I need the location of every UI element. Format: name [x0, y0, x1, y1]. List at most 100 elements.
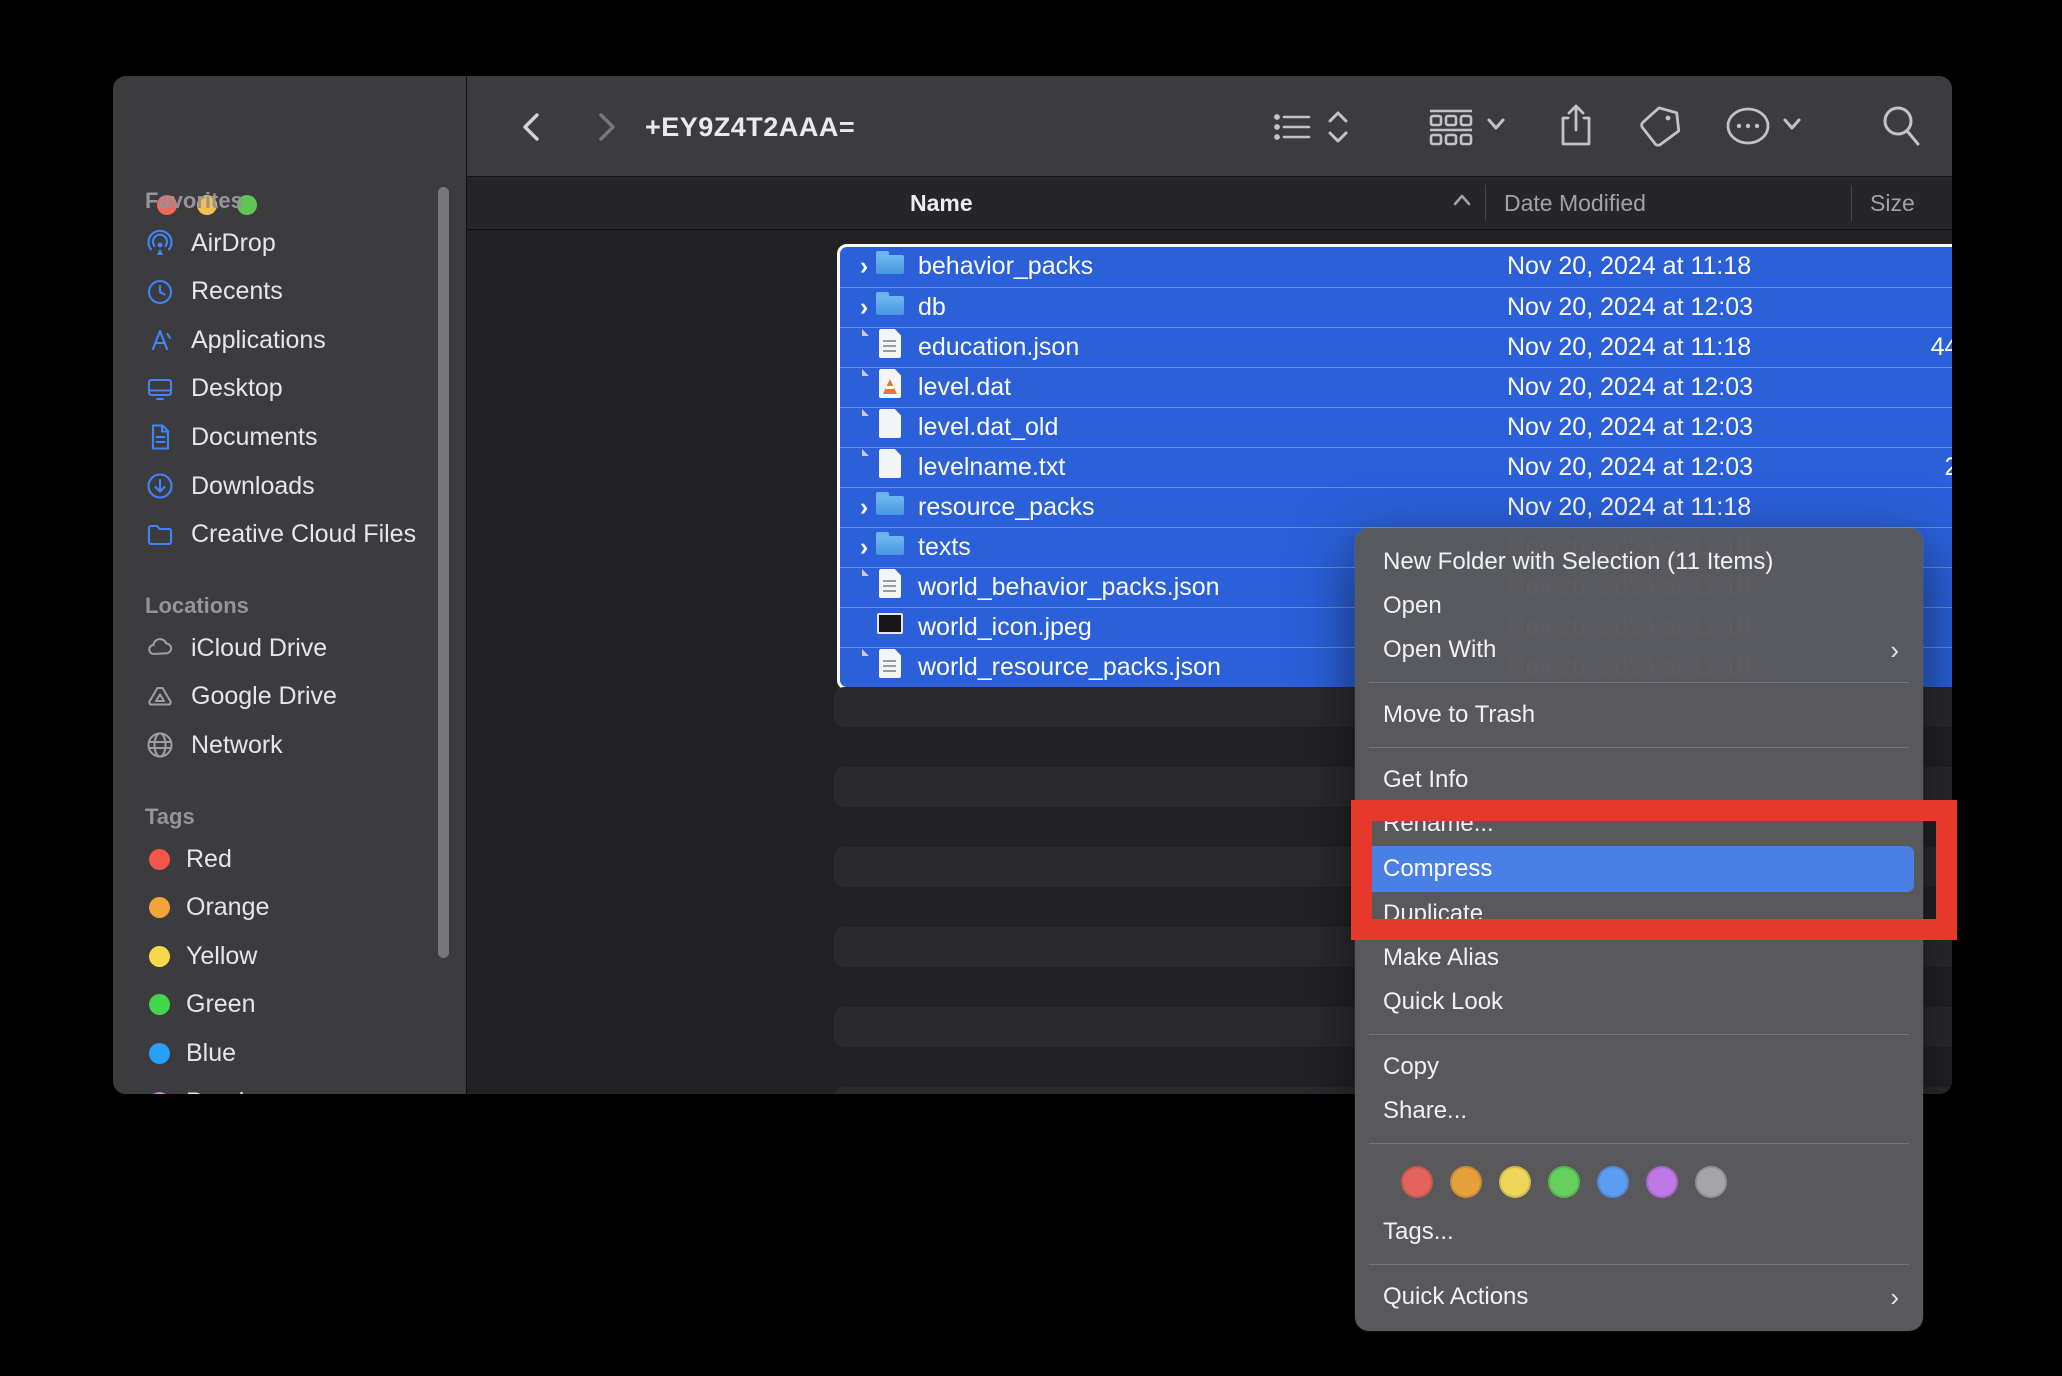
- file-size: --: [1840, 288, 1952, 327]
- sidebar-item-green[interactable]: Green: [133, 981, 443, 1029]
- menu-tag-color-dot[interactable]: [1695, 1166, 1727, 1198]
- folder-icon: [874, 488, 906, 520]
- menu-tag-color-dot[interactable]: [1401, 1166, 1433, 1198]
- disclosure-chevron-icon[interactable]: ›: [853, 288, 875, 327]
- tag-color-dot: [149, 1043, 170, 1064]
- sidebar-item-google-drive[interactable]: Google Drive: [133, 673, 443, 721]
- sidebar-item-label: Orange: [186, 893, 269, 922]
- column-divider[interactable]: [1485, 185, 1486, 221]
- table-row[interactable]: › db Nov 20, 2024 at 12:03 -- Folder: [840, 287, 1952, 327]
- file-date: Nov 20, 2024 at 12:03: [1507, 288, 1753, 327]
- sidebar-item-label: iCloud Drive: [191, 634, 327, 663]
- menu-separator: [1369, 1264, 1909, 1265]
- sidebar-item-desktop[interactable]: Desktop: [133, 365, 443, 413]
- sidebar-item-label: Network: [191, 731, 283, 760]
- group-chevron-icon[interactable]: [1485, 116, 1507, 132]
- forward-icon[interactable]: [587, 109, 623, 145]
- sidebar-item-airdrop[interactable]: AirDrop: [133, 219, 443, 267]
- sidebar-item-label: Creative Cloud Files: [191, 520, 416, 549]
- file-size: 4 KB: [1840, 368, 1952, 407]
- sidebar-item-downloads[interactable]: Downloads: [133, 462, 443, 510]
- sidebar-item-label: Applications: [191, 326, 326, 355]
- file-name: texts: [918, 528, 971, 567]
- recents-icon: [145, 277, 175, 307]
- sidebar-item-red[interactable]: Red: [133, 835, 443, 883]
- tag-color-dot: [149, 994, 170, 1015]
- sidebar-section-label: Locations: [145, 593, 249, 619]
- search-icon[interactable]: [1879, 103, 1923, 149]
- folder-icon: [874, 528, 906, 560]
- sidebar-item-label: Google Drive: [191, 682, 337, 711]
- dat-file-icon: [874, 368, 906, 400]
- sidebar-item-recents[interactable]: Recents: [133, 268, 443, 316]
- menu-item-move-to-trash[interactable]: Move to Trash: [1355, 693, 1923, 737]
- tag-icon[interactable]: [1639, 104, 1683, 148]
- tag-color-dot: [149, 946, 170, 967]
- file-date: Nov 20, 2024 at 12:03: [1507, 368, 1753, 407]
- column-header-date[interactable]: Date Modified: [1504, 177, 1646, 229]
- more-chevron-icon[interactable]: [1781, 116, 1803, 132]
- table-row[interactable]: level.dat_old Nov 20, 2024 at 12:03 4 KB…: [840, 407, 1952, 447]
- file-size: 447 bytes: [1840, 328, 1952, 367]
- table-row[interactable]: levelname.txt Nov 20, 2024 at 12:03 27 b…: [840, 447, 1952, 487]
- desktop-icon: [145, 374, 175, 404]
- menu-tag-color-dot[interactable]: [1450, 1166, 1482, 1198]
- menu-item-quick-actions[interactable]: Quick Actions›: [1355, 1275, 1923, 1319]
- downloads-icon: [145, 471, 175, 501]
- submenu-chevron-icon: ›: [1890, 1275, 1899, 1319]
- menu-tag-color-dot[interactable]: [1646, 1166, 1678, 1198]
- menu-tag-color-dot[interactable]: [1499, 1166, 1531, 1198]
- column-header-name[interactable]: Name: [910, 177, 973, 229]
- sidebar-item-creative-cloud-files[interactable]: Creative Cloud Files: [133, 511, 443, 559]
- menu-item-copy[interactable]: Copy: [1355, 1045, 1923, 1089]
- menu-item-get-info[interactable]: Get Info: [1355, 758, 1923, 802]
- menu-item-open-with[interactable]: Open With›: [1355, 628, 1923, 672]
- sidebar-item-documents[interactable]: Documents: [133, 413, 443, 461]
- folder-icon: [874, 288, 906, 320]
- share-icon[interactable]: [1557, 102, 1595, 150]
- sort-ascending-icon[interactable]: [1452, 193, 1472, 212]
- menu-item-new-folder-with-selection-11-items[interactable]: New Folder with Selection (11 Items): [1355, 540, 1923, 584]
- table-row[interactable]: › behavior_packs Nov 20, 2024 at 11:18 -…: [840, 247, 1952, 287]
- toolbar: +EY9Z4T2AAA=: [467, 76, 1952, 177]
- list-view-icon[interactable]: [1273, 108, 1313, 146]
- more-actions-icon[interactable]: [1725, 106, 1771, 146]
- document-icon: [874, 448, 906, 480]
- sidebar-item-network[interactable]: Network: [133, 721, 443, 769]
- menu-item-make-alias[interactable]: Make Alias: [1355, 936, 1923, 980]
- menu-item-open[interactable]: Open: [1355, 584, 1923, 628]
- file-size: --: [1840, 488, 1952, 527]
- sidebar: Favorites AirDrop Recents Applications D…: [113, 76, 467, 1094]
- table-row[interactable]: › resource_packs Nov 20, 2024 at 11:18 -…: [840, 487, 1952, 527]
- column-header-size[interactable]: Size: [1870, 177, 1915, 229]
- sidebar-item-yellow[interactable]: Yellow: [133, 932, 443, 980]
- back-icon[interactable]: [515, 109, 551, 145]
- table-row[interactable]: level.dat Nov 20, 2024 at 12:03 4 KB DAT…: [840, 367, 1952, 407]
- file-name: world_icon.jpeg: [918, 608, 1092, 647]
- menu-tag-color-dot[interactable]: [1548, 1166, 1580, 1198]
- menu-item-quick-look[interactable]: Quick Look: [1355, 980, 1923, 1024]
- menu-tag-color-dot[interactable]: [1597, 1166, 1629, 1198]
- tag-color-dot: [149, 897, 170, 918]
- sidebar-scrollbar[interactable]: [438, 187, 449, 958]
- sidebar-section-label: Favorites: [145, 188, 243, 214]
- sidebar-item-purple[interactable]: Purple: [133, 1078, 443, 1094]
- view-chevrons-icon[interactable]: [1325, 108, 1351, 146]
- menu-item-share[interactable]: Share...: [1355, 1089, 1923, 1133]
- disclosure-chevron-icon[interactable]: ›: [853, 488, 875, 527]
- group-by-icon[interactable]: [1429, 108, 1473, 148]
- sidebar-item-label: Downloads: [191, 472, 315, 501]
- sidebar-item-icloud-drive[interactable]: iCloud Drive: [133, 624, 443, 672]
- disclosure-chevron-icon[interactable]: ›: [853, 247, 875, 286]
- table-row[interactable]: education.json Nov 20, 2024 at 11:18 447…: [840, 327, 1952, 367]
- file-date: Nov 20, 2024 at 11:18: [1507, 247, 1751, 286]
- file-date: Nov 20, 2024 at 12:03: [1507, 408, 1753, 447]
- column-divider[interactable]: [1851, 185, 1852, 221]
- menu-item-tags[interactable]: Tags...: [1355, 1210, 1923, 1254]
- documents-icon: [145, 422, 175, 452]
- file-name: resource_packs: [918, 488, 1094, 527]
- disclosure-chevron-icon[interactable]: ›: [853, 528, 875, 567]
- sidebar-item-applications[interactable]: Applications: [133, 316, 443, 364]
- sidebar-item-blue[interactable]: Blue: [133, 1029, 443, 1077]
- sidebar-item-orange[interactable]: Orange: [133, 884, 443, 932]
